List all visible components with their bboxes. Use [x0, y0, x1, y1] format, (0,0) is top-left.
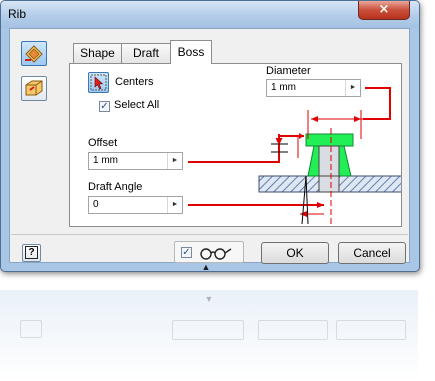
reflected-help-button	[20, 320, 42, 338]
ok-button[interactable]: OK	[261, 242, 329, 264]
reflected-ok-button	[258, 320, 328, 340]
tab-boss[interactable]: Boss	[170, 40, 212, 64]
direction-icon	[25, 80, 43, 96]
close-button[interactable]: ×	[358, 1, 410, 20]
boss-tab-panel: Centers ✓ Select All Diameter 1 mm ► Off…	[69, 63, 402, 227]
help-button[interactable]: ?	[22, 244, 41, 262]
offset-leader-line	[188, 135, 304, 163]
diameter-leader-line	[363, 87, 391, 120]
expand-arrow-icon: ▲	[201, 262, 211, 272]
reflected-arrow-icon: ▼	[204, 294, 214, 304]
tab-shape[interactable]: Shape	[73, 43, 122, 63]
boss-diagram	[188, 87, 401, 225]
tab-draft[interactable]: Draft	[121, 43, 171, 63]
reflected-preview-toggle	[172, 320, 244, 340]
dialog-client-area: Shape Draft Boss Centers ✓ Select All Di…	[9, 28, 410, 264]
profile-icon	[25, 45, 43, 63]
cancel-button[interactable]: Cancel	[338, 242, 406, 264]
window-reflection: ▼	[0, 290, 418, 381]
glasses-icon	[200, 248, 232, 260]
expand-dialog-button[interactable]: ▲	[193, 263, 219, 272]
footer-separator	[11, 234, 408, 235]
title-bar[interactable]: Rib ×	[1, 1, 419, 28]
direction-selection-button[interactable]	[21, 76, 47, 101]
reflected-cancel-button	[336, 320, 406, 340]
preview-checkbox[interactable]: ✓	[181, 247, 192, 258]
window-title: Rib	[8, 7, 27, 21]
preview-toggle[interactable]: ✓	[174, 241, 244, 263]
help-icon: ?	[25, 246, 38, 259]
rib-dialog-window: Rib × Shape Draft Boss Centers ✓ Select …	[0, 0, 420, 272]
checkmark-icon: ✓	[182, 247, 191, 258]
profile-selection-button[interactable]	[21, 41, 47, 66]
